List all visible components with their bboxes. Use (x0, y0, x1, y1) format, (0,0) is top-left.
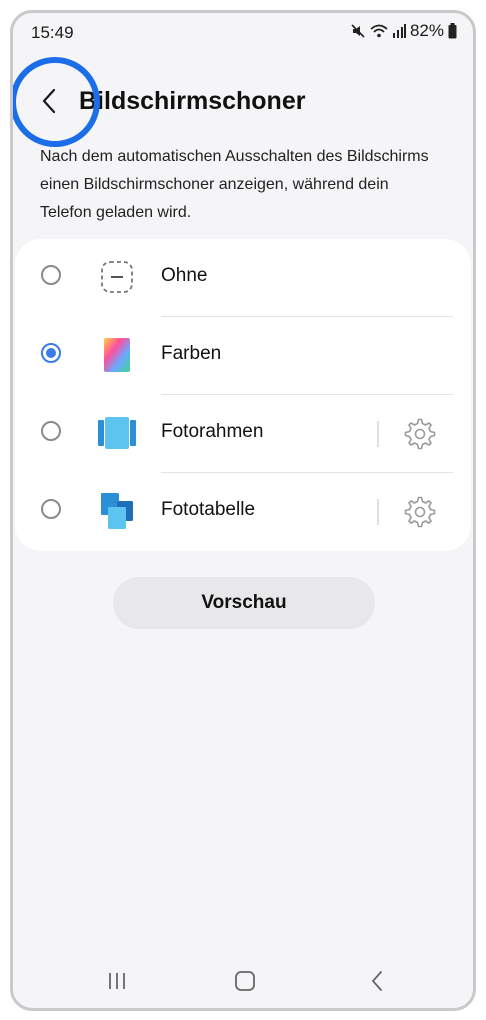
radio-farben[interactable] (41, 343, 61, 363)
status-icons: 82% (350, 21, 457, 41)
fotorahmen-settings-gear-icon[interactable] (403, 417, 437, 451)
mute-icon (350, 23, 366, 39)
option-label: Fototabelle (161, 499, 256, 520)
status-time: 15:49 (31, 23, 74, 42)
page-title: Bildschirmschoner (79, 87, 306, 115)
fototabelle-settings-gear-icon[interactable] (403, 495, 437, 529)
description-text: Nach dem automatischen Ausschalten des B… (40, 148, 429, 221)
back-icon[interactable] (359, 966, 395, 996)
option-fotorahmen[interactable]: Fotorahmen (15, 395, 471, 473)
recent-apps-icon[interactable] (99, 966, 135, 996)
option-label: Ohne (161, 265, 208, 286)
battery-icon (448, 23, 457, 39)
option-label: Farben (161, 343, 222, 364)
none-icon (97, 257, 137, 297)
battery-percent: 82% (409, 21, 444, 40)
home-icon[interactable] (227, 966, 263, 996)
photo-frame-icon (97, 413, 137, 453)
back-button[interactable] (31, 85, 67, 121)
status-bar: 15:49 82% (13, 13, 473, 53)
vertical-separator (377, 499, 379, 525)
wifi-icon (370, 23, 388, 39)
vertical-separator (377, 421, 379, 447)
colors-icon (97, 335, 137, 375)
radio-fotorahmen[interactable] (41, 421, 61, 441)
phone-screen: 15:49 82% Bildschirmschoner Nach dem aut… (10, 10, 476, 1011)
option-label: Fotorahmen (161, 421, 264, 442)
preview-button[interactable]: Vorschau (113, 577, 375, 629)
header: Bildschirmschoner (13, 73, 473, 133)
screensaver-options-card: Ohne Farben Fotorahmen Fototabelle (15, 239, 471, 551)
radio-fototabelle[interactable] (41, 499, 61, 519)
signal-icon (392, 23, 406, 39)
option-fototabelle[interactable]: Fototabelle (15, 473, 471, 551)
option-farben[interactable]: Farben (15, 317, 471, 395)
navigation-bar (13, 958, 473, 1008)
radio-ohne[interactable] (41, 265, 61, 285)
photo-table-icon (97, 491, 137, 531)
chevron-left-icon (40, 88, 58, 119)
option-ohne[interactable]: Ohne (15, 239, 471, 317)
